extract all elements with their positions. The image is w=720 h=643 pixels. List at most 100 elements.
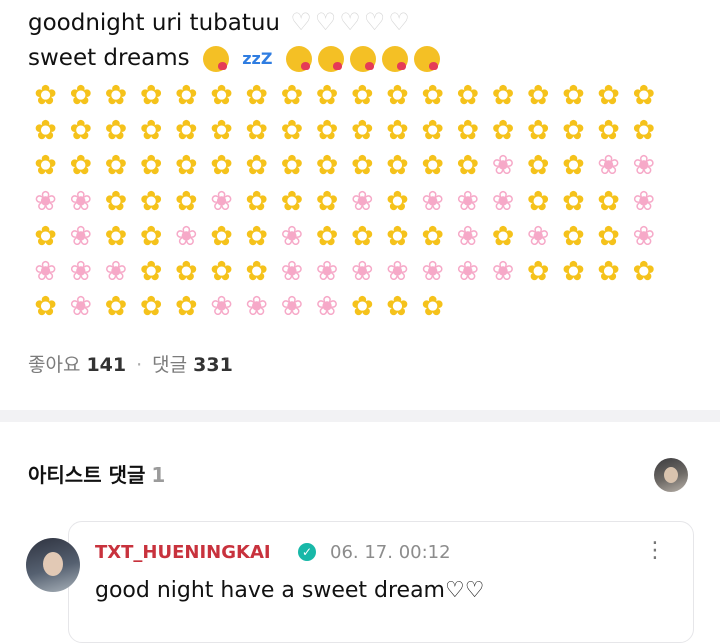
sunflower-icon: ✿ <box>175 255 198 287</box>
sunflower-icon: ✿ <box>139 220 163 252</box>
cherry-blossom-icon: ❀ <box>350 255 374 287</box>
cherry-blossom-icon: ❀ <box>386 255 409 287</box>
sunflower-icon: ✿ <box>386 220 409 252</box>
sunflower-icon: ✿ <box>491 220 515 252</box>
sunflower-icon: ✿ <box>175 80 198 111</box>
sunflower-icon: ✿ <box>562 150 585 182</box>
sunflower-icon: ✿ <box>526 185 550 217</box>
avatar[interactable] <box>26 538 80 592</box>
sunflower-icon: ✿ <box>597 255 620 287</box>
white-heart-icon: ♡ <box>388 8 410 36</box>
sunflower-icon: ✿ <box>597 115 620 147</box>
cherry-blossom-icon: ❀ <box>69 255 93 287</box>
sunflower-icon: ✿ <box>245 115 269 147</box>
sunflower-icon: ✿ <box>34 291 57 323</box>
sunflower-icon: ✿ <box>386 291 409 323</box>
sunflower-icon: ✿ <box>562 255 585 287</box>
cherry-blossom-icon: ❀ <box>69 291 93 323</box>
post-body: goodnight uri tubatuu ♡ ♡ ♡ ♡ ♡ sweet dreams… <box>28 4 708 76</box>
cherry-blossom-icon: ❀ <box>421 185 444 217</box>
zzz-icon: zzZ <box>242 48 273 68</box>
flower-row: ✿ ❀ ✿ ✿ ❀ ✿ ✿ ❀ ✿ ✿ ✿ ✿ ❀ ✿ ❀ ✿ ✿ ❀ <box>28 219 668 254</box>
sunflower-icon: ✿ <box>526 150 550 182</box>
artist-comments-label: 아티스트 댓글 <box>28 463 146 487</box>
sunflower-icon: ✿ <box>210 80 233 111</box>
sunflower-icon: ✿ <box>315 185 339 217</box>
post-line-2-text: sweet dreams <box>28 45 190 71</box>
sunflower-icon: ✿ <box>175 185 198 217</box>
sunflower-icon: ✿ <box>245 185 269 217</box>
cherry-blossom-icon: ❀ <box>632 150 656 182</box>
sunflower-icon: ✿ <box>315 115 339 147</box>
sunflower-icon: ✿ <box>69 115 93 147</box>
cherry-blossom-icon: ❀ <box>315 291 339 323</box>
cherry-blossom-icon: ❀ <box>280 255 304 287</box>
sunflower-icon: ✿ <box>491 115 515 147</box>
sunflower-icon: ✿ <box>456 80 480 111</box>
cherry-blossom-icon: ❀ <box>315 255 339 287</box>
sunflower-icon: ✿ <box>34 150 57 182</box>
sunflower-icon: ✿ <box>386 80 409 111</box>
sunflower-icon: ✿ <box>69 80 93 111</box>
sunflower-icon: ✿ <box>632 115 656 147</box>
cherry-blossom-icon: ❀ <box>210 291 233 323</box>
sunflower-icon: ✿ <box>562 115 585 147</box>
sunflower-icon: ✿ <box>139 291 163 323</box>
sunflower-icon: ✿ <box>421 150 444 182</box>
sunflower-icon: ✿ <box>69 150 93 182</box>
sunflower-icon: ✿ <box>245 255 269 287</box>
sunflower-icon: ✿ <box>34 80 57 111</box>
sunflower-icon: ✿ <box>350 80 374 111</box>
comments-count[interactable]: 331 <box>193 354 233 376</box>
cherry-blossom-icon: ❀ <box>34 185 57 217</box>
post-line-2: sweet dreams zzZ <box>28 40 708 76</box>
sunflower-icon: ✿ <box>210 115 233 147</box>
sunflower-icon: ✿ <box>175 115 198 147</box>
comments-label[interactable]: 댓글 <box>152 354 187 376</box>
sunflower-icon: ✿ <box>104 150 128 182</box>
sunflower-icon: ✿ <box>386 115 409 147</box>
stats-separator: · <box>136 354 143 376</box>
comment-author[interactable]: TXT_HUENINGKAI <box>95 542 271 563</box>
kissing-face-icon <box>381 45 408 72</box>
sunflower-icon: ✿ <box>280 115 304 147</box>
cherry-blossom-icon: ❀ <box>491 185 515 217</box>
sunflower-icon: ✿ <box>350 220 374 252</box>
post-line-1-text: goodnight uri tubatuu <box>28 10 281 36</box>
artist-avatar-small[interactable] <box>654 458 688 492</box>
sunflower-icon: ✿ <box>526 115 550 147</box>
sunflower-icon: ✿ <box>139 80 163 111</box>
flower-row: ✿ ✿ ✿ ✿ ✿ ✿ ✿ ✿ ✿ ✿ ✿ ✿ ✿ ✿ ✿ ✿ ✿ ✿ <box>28 78 668 113</box>
comment-timestamp: 06. 17. 00:12 <box>330 542 451 563</box>
post-stats: 좋아요 141 · 댓글 331 <box>28 350 233 377</box>
sunflower-icon: ✿ <box>175 150 198 182</box>
post-line-1: goodnight uri tubatuu ♡ ♡ ♡ ♡ ♡ <box>28 4 708 40</box>
sunflower-icon: ✿ <box>210 220 233 252</box>
cherry-blossom-icon: ❀ <box>175 220 198 252</box>
verified-badge-icon: ✓ <box>298 543 316 561</box>
sunflower-icon: ✿ <box>315 80 339 111</box>
sunflower-icon: ✿ <box>280 80 304 111</box>
likes-label[interactable]: 좋아요 <box>28 354 80 376</box>
sunflower-icon: ✿ <box>491 80 515 111</box>
more-options-icon[interactable]: ⋮ <box>644 540 666 562</box>
flower-emoji-grid: ✿ ✿ ✿ ✿ ✿ ✿ ✿ ✿ ✿ ✿ ✿ ✿ ✿ ✿ ✿ ✿ ✿ ✿ ✿ ✿ ✿ ✿ ✿ ✿ ✿ ✿ ✿ ✿ ✿ ✿ ✿ ✿ ✿ ✿ ✿ ✿ ✿ ✿ ✿ ✿… <box>28 78 668 324</box>
sunflower-icon: ✿ <box>315 220 339 252</box>
sunflower-icon: ✿ <box>139 150 163 182</box>
kissing-face-icon <box>317 45 344 72</box>
sunflower-icon: ✿ <box>632 255 656 287</box>
sunflower-icon: ✿ <box>526 255 550 287</box>
flower-row: ❀ ❀ ❀ ✿ ✿ ✿ ✿ ❀ ❀ ❀ ❀ ❀ ❀ ❀ ✿ ✿ ✿ ✿ <box>28 254 668 289</box>
sunflower-icon: ✿ <box>104 115 128 147</box>
sunflower-icon: ✿ <box>350 115 374 147</box>
cherry-blossom-icon: ❀ <box>69 220 93 252</box>
white-heart-icon: ♡ <box>314 8 337 36</box>
cherry-blossom-icon: ❀ <box>104 255 128 287</box>
artist-comments-count: 1 <box>151 463 166 487</box>
cherry-blossom-icon: ❀ <box>69 185 93 217</box>
flower-row: ✿ ✿ ✿ ✿ ✿ ✿ ✿ ✿ ✿ ✿ ✿ ✿ ✿ ✿ ✿ ✿ ✿ ✿ <box>28 113 668 148</box>
sunflower-icon: ✿ <box>104 291 128 323</box>
kissing-face-icon <box>413 45 440 72</box>
kissing-face-icon <box>202 45 229 72</box>
likes-count[interactable]: 141 <box>86 354 126 376</box>
